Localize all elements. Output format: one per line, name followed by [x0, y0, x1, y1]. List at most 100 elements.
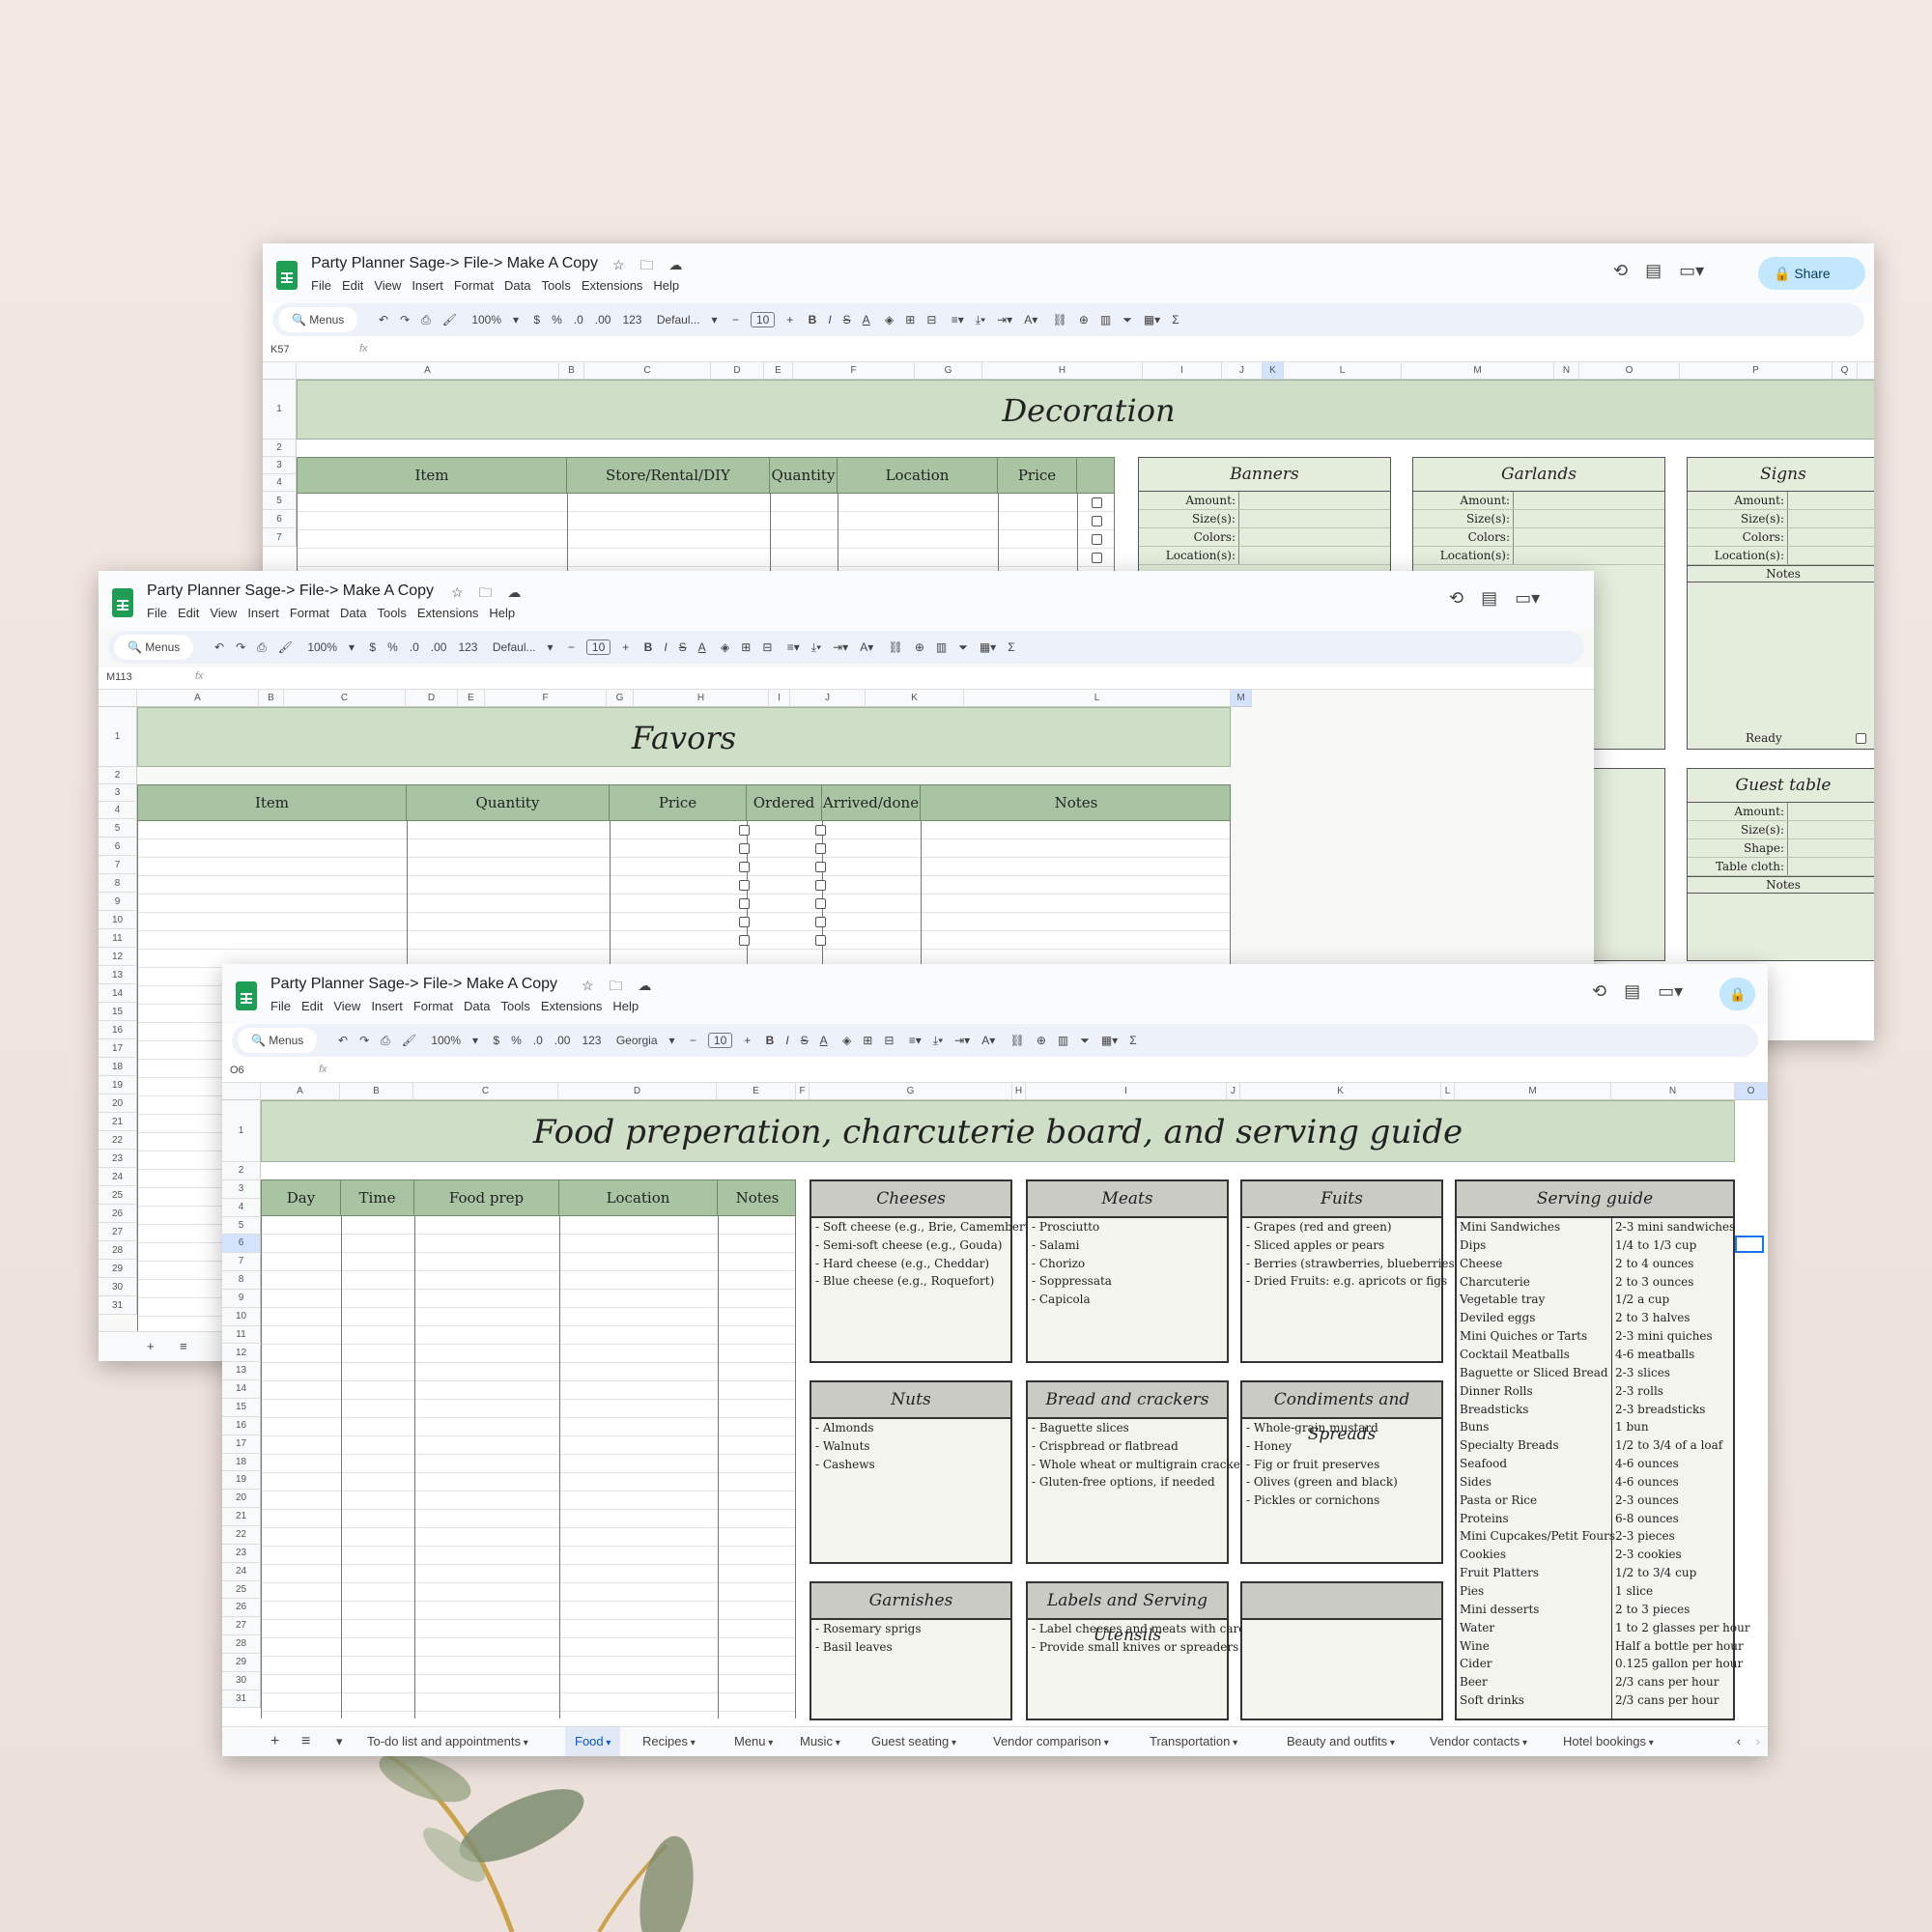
column-header[interactable]: G — [810, 1083, 1012, 1100]
field-row[interactable]: Colors: — [1688, 528, 1874, 547]
row-header[interactable]: 30 — [222, 1671, 261, 1690]
menu-view[interactable]: View — [333, 999, 360, 1013]
row-header[interactable]: 29 — [99, 1260, 137, 1278]
comment-icon[interactable]: ⊕ — [1037, 1034, 1046, 1047]
sheets-logo-icon[interactable] — [236, 981, 257, 1010]
all-sheets-icon[interactable]: ≡ — [301, 1727, 310, 1756]
checkbox[interactable] — [815, 898, 826, 909]
column-header[interactable]: E — [717, 1083, 796, 1100]
minus-icon[interactable]: − — [568, 640, 575, 654]
column-header[interactable]: C — [584, 362, 711, 380]
menu-help[interactable]: Help — [653, 278, 679, 293]
menu-insert[interactable]: Insert — [247, 606, 279, 620]
column-header[interactable]: B — [559, 362, 584, 380]
row-header[interactable]: 28 — [99, 1241, 137, 1260]
borders-icon[interactable]: ⊞ — [741, 640, 751, 654]
comments-icon[interactable]: ▤ — [1481, 588, 1497, 608]
print-icon[interactable]: ⎙ — [257, 640, 267, 654]
print-icon[interactable]: ⎙ — [381, 1034, 390, 1047]
italic-icon[interactable]: I — [828, 313, 831, 327]
menu-extensions[interactable]: Extensions — [417, 606, 479, 620]
sheet-tab[interactable]: Recipes ▾ — [642, 1727, 696, 1756]
sheet-tab[interactable]: Hotel bookings ▾ — [1563, 1727, 1654, 1756]
column-header[interactable]: O — [1579, 362, 1680, 380]
bold-icon[interactable]: B — [766, 1034, 775, 1047]
row-header[interactable]: 27 — [222, 1617, 261, 1636]
column-header[interactable]: M — [1402, 362, 1554, 380]
filter-views-icon[interactable]: ▦▾ — [980, 640, 996, 654]
selected-cell[interactable] — [1735, 1236, 1764, 1253]
percent-icon[interactable]: % — [511, 1034, 522, 1047]
column-header[interactable]: F — [793, 362, 915, 380]
row-header[interactable]: 21 — [99, 1113, 137, 1131]
menu-data[interactable]: Data — [464, 999, 490, 1013]
row-header[interactable]: 10 — [222, 1307, 261, 1326]
rotate-icon[interactable]: A▾ — [981, 1034, 995, 1047]
row-header[interactable]: 13 — [99, 966, 137, 984]
column-header[interactable]: M — [1455, 1083, 1611, 1100]
column-header[interactable]: P — [1680, 362, 1833, 380]
checkbox[interactable] — [739, 862, 750, 872]
column-header[interactable]: J — [1227, 1083, 1240, 1100]
row-header[interactable]: 7 — [222, 1253, 261, 1272]
row-header[interactable]: 29 — [222, 1653, 261, 1672]
row-header[interactable]: 3 — [222, 1179, 261, 1199]
row-header[interactable]: 1 — [263, 380, 297, 440]
menu-tools[interactable]: Tools — [500, 999, 529, 1013]
font-select[interactable]: Defaul... — [493, 640, 536, 654]
row-header[interactable]: 22 — [99, 1131, 137, 1150]
column-header[interactable]: B — [340, 1083, 413, 1100]
filter-views-icon[interactable]: ▦▾ — [1101, 1034, 1118, 1047]
menu-help[interactable]: Help — [489, 606, 515, 620]
menu-edit[interactable]: Edit — [342, 278, 363, 293]
row-header[interactable]: 11 — [99, 929, 137, 948]
align-icon[interactable]: ≡▾ — [909, 1034, 922, 1047]
field-row[interactable]: Shape: — [1688, 839, 1874, 858]
bold-icon[interactable]: B — [644, 640, 653, 654]
text-color-icon[interactable]: A — [820, 1034, 828, 1047]
field-row[interactable]: Amount: — [1688, 492, 1874, 510]
row-header[interactable]: 3 — [263, 457, 297, 474]
column-header[interactable]: C — [413, 1083, 558, 1100]
menu-help[interactable]: Help — [612, 999, 639, 1013]
select-all-corner[interactable] — [263, 362, 297, 380]
decrease-decimal-icon[interactable]: .0 — [574, 313, 583, 327]
strikethrough-icon[interactable]: S — [801, 1034, 809, 1047]
field-row[interactable]: Colors: — [1413, 528, 1664, 547]
row-header[interactable]: 23 — [222, 1544, 261, 1563]
checkbox[interactable] — [1092, 497, 1102, 508]
strikethrough-icon[interactable]: S — [843, 313, 851, 327]
star-icon[interactable]: ☆ — [612, 257, 625, 272]
row-header[interactable]: 13 — [222, 1362, 261, 1381]
checkbox[interactable] — [739, 825, 750, 836]
valign-icon[interactable]: ⤓▾ — [811, 640, 821, 654]
paint-format-icon[interactable]: 🖌 — [442, 313, 457, 327]
merge-icon[interactable]: ⊟ — [926, 313, 936, 327]
sheets-logo-icon[interactable] — [276, 261, 298, 290]
cloud-status-icon[interactable]: ☁ — [507, 584, 521, 600]
menu-format[interactable]: Format — [454, 278, 494, 293]
chart-icon[interactable]: ▥ — [1100, 313, 1111, 327]
functions-icon[interactable]: Σ — [1008, 640, 1014, 654]
menu-edit[interactable]: Edit — [301, 999, 323, 1013]
menu-format[interactable]: Format — [290, 606, 329, 620]
field-row[interactable]: Amount: — [1688, 803, 1874, 821]
row-header[interactable]: 27 — [99, 1223, 137, 1241]
menu-format[interactable]: Format — [413, 999, 453, 1013]
scroll-left-icon[interactable]: ‹ — [1737, 1727, 1741, 1756]
italic-icon[interactable]: I — [664, 640, 667, 654]
row-header[interactable]: 15 — [99, 1003, 137, 1021]
sheet-tab[interactable]: Vendor comparison ▾ — [993, 1727, 1109, 1756]
row-header[interactable]: 26 — [99, 1205, 137, 1223]
column-header[interactable]: J — [790, 690, 866, 707]
name-box[interactable]: K57 — [270, 344, 290, 355]
fill-color-icon[interactable]: ◈ — [721, 640, 729, 654]
row-header[interactable]: 30 — [99, 1278, 137, 1296]
meet-icon[interactable]: ▭▾ — [1679, 261, 1704, 280]
column-header[interactable]: I — [769, 690, 790, 707]
name-box[interactable]: M113 — [106, 671, 132, 683]
row-header[interactable]: 3 — [99, 784, 137, 802]
column-header[interactable]: F — [796, 1083, 810, 1100]
column-header[interactable]: G — [607, 690, 634, 707]
history-icon[interactable]: ⟲ — [1613, 261, 1628, 280]
